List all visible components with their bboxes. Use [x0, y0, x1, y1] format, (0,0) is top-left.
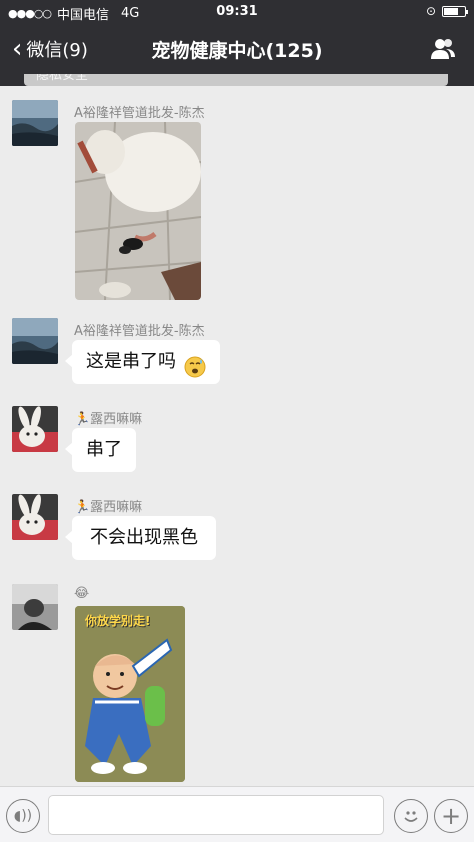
sticker-message[interactable]: 你放学别走! — [75, 606, 185, 782]
sender-name: 😂 — [74, 586, 90, 601]
plus-icon: + — [440, 802, 462, 830]
group-members-button[interactable] — [430, 38, 456, 60]
more-options-button[interactable]: + — [434, 799, 468, 833]
voice-wave-icon: ◖)) — [13, 808, 33, 824]
sender-name: A裕隆祥管道批发-陈杰 — [74, 106, 205, 121]
message-text: 这是串了吗 — [86, 351, 176, 372]
cartoon-sticker-image — [75, 606, 185, 782]
avatar[interactable] — [12, 318, 58, 364]
sea-avatar-image — [12, 318, 58, 364]
bw-photo-avatar-image — [12, 584, 58, 630]
navigation-bar: ‹ 微信(9) 宠物健康中心(125) — [0, 24, 474, 74]
text-message-bubble[interactable]: 不会出现黑色 — [65, 516, 216, 560]
avatar[interactable] — [12, 100, 58, 146]
message-input-bar: ◖)) + — [0, 786, 474, 842]
bunny-avatar-image — [12, 406, 58, 452]
status-bar: ●●●○○ 中国电信 4G 09:31 ⊙ — [0, 0, 474, 24]
emoji-button[interactable] — [394, 799, 428, 833]
chat-title: 宠物健康中心(125) — [151, 40, 323, 62]
sender-name: 🏃露西嘛嘛 — [74, 412, 143, 427]
smiley-icon — [404, 811, 418, 822]
message-text: 串了 — [86, 439, 122, 460]
group-members-icon — [431, 39, 455, 59]
text-message-bubble[interactable]: 串了 — [65, 428, 136, 472]
top-bar: ●●●○○ 中国电信 4G 09:31 ⊙ ‹ 微信(9) 宠物健康中心(125… — [0, 0, 474, 86]
dog-photo-image — [75, 122, 201, 300]
sweat-smile-emoji-icon — [184, 351, 206, 378]
privacy-banner: 隐私安全 — [0, 74, 474, 86]
voice-input-button[interactable]: ◖)) — [6, 799, 40, 833]
avatar[interactable] — [12, 494, 58, 540]
sea-avatar-image — [12, 100, 58, 146]
avatar[interactable] — [12, 406, 58, 452]
avatar[interactable] — [12, 584, 58, 630]
rotation-lock-icon: ⊙ — [425, 4, 436, 18]
message-text: 不会出现黑色 — [90, 527, 198, 548]
battery-icon — [442, 5, 468, 17]
sender-name: 🏃露西嘛嘛 — [74, 500, 143, 515]
privacy-banner-text: 隐私安全 — [24, 74, 448, 86]
text-message-bubble[interactable]: 这是串了吗 — [65, 340, 220, 384]
image-message[interactable] — [75, 122, 201, 300]
chat-area[interactable]: A裕隆祥管道批发-陈杰 A裕隆祥管道批发-陈杰 这是串了吗 🏃露西嘛嘛 串了 🏃… — [0, 86, 474, 786]
sender-name: A裕隆祥管道批发-陈杰 — [74, 324, 205, 339]
status-time: 09:31 — [216, 4, 258, 19]
sticker-caption: 你放学别走! — [85, 614, 151, 628]
bunny-avatar-image — [12, 494, 58, 540]
message-text-input[interactable] — [48, 795, 384, 835]
